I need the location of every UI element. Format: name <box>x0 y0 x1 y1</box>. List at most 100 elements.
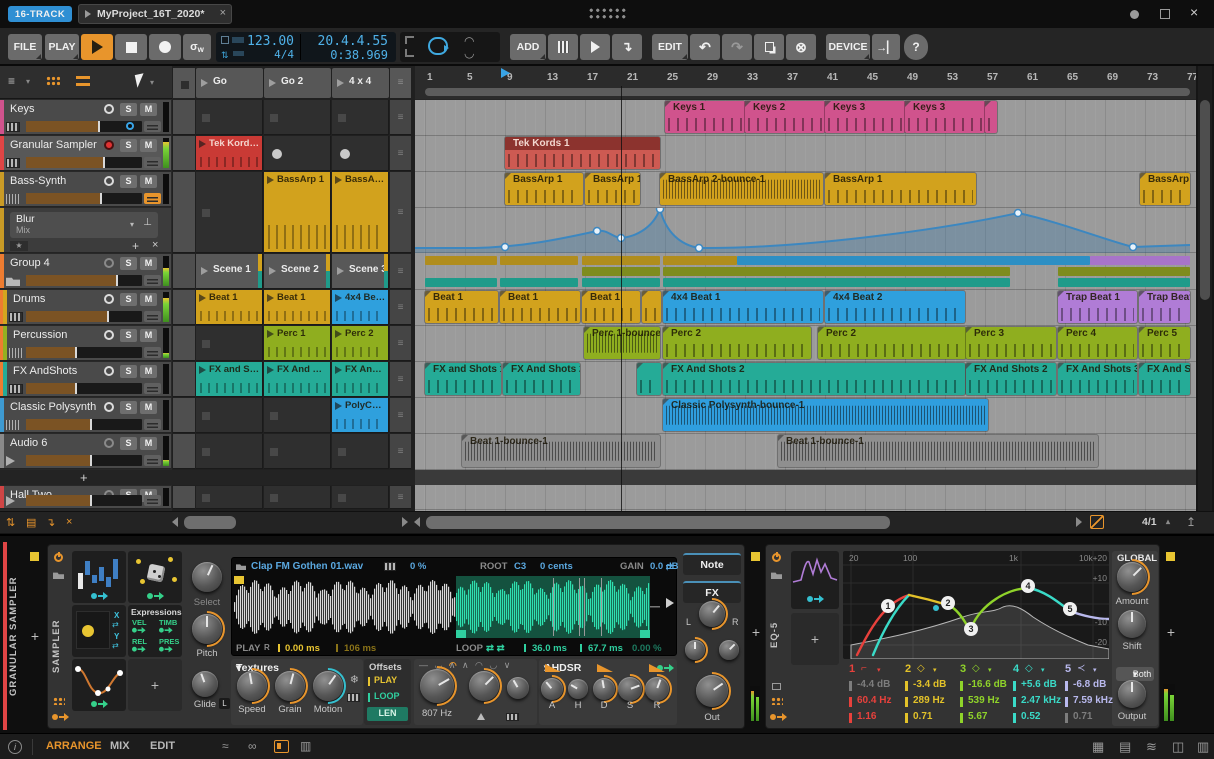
record-arm-button[interactable] <box>104 176 114 186</box>
view-tab-arrange[interactable]: ARRANGE <box>46 740 102 752</box>
clip-row-options[interactable]: ≡ <box>390 136 411 171</box>
eq-band-2-type-caret[interactable]: ▾ <box>933 666 937 674</box>
play-start-value[interactable]: 0.00 ms <box>285 643 320 654</box>
pitch-knob[interactable] <box>192 614 222 644</box>
redo-button[interactable]: ↷ <box>722 34 752 60</box>
dual-panel-icon[interactable]: ▥ <box>300 739 314 753</box>
sample-play-button[interactable] <box>666 598 674 608</box>
solo-button[interactable]: S <box>120 437 137 450</box>
launcher-clip-fx-and-shots-2[interactable]: FX And Shots 2 <box>332 362 389 397</box>
filter-keytrack-icon[interactable] <box>506 713 519 721</box>
volume-slider[interactable] <box>26 157 142 168</box>
post-sampler-color-square[interactable] <box>751 552 760 561</box>
project-badge[interactable]: 16-TRACK <box>8 6 72 22</box>
view-tab-edit[interactable]: EDIT <box>150 740 175 752</box>
window-close-button[interactable]: × <box>1190 4 1198 20</box>
expression-vel[interactable]: VEL <box>132 618 147 627</box>
eq-band-4-q-value[interactable]: 0.52 <box>1021 711 1040 722</box>
play-start-marker[interactable] <box>501 68 510 78</box>
out-knob[interactable] <box>696 675 728 707</box>
clip-row-options[interactable]: ≡ <box>390 486 411 509</box>
launcher-clip-bassarp-2[interactable]: BassArp 2 <box>332 172 389 253</box>
eq-band-handle-1[interactable]: 1 <box>881 599 895 613</box>
grid-view-icon[interactable] <box>46 76 60 86</box>
eq5-expand-icon[interactable] <box>772 683 781 690</box>
arranger-scroll-thumb[interactable] <box>426 516 890 529</box>
automation-param-select[interactable]: Blur Mix ▾ ⊥ <box>10 212 158 238</box>
arranger-clip-keys-2[interactable]: Keys 2 <box>745 101 825 133</box>
group-scene-cell-scene-1[interactable]: Scene 1 <box>196 254 263 289</box>
select-knob[interactable] <box>192 562 222 592</box>
volume-slider[interactable] <box>26 419 142 430</box>
record-arm-button[interactable] <box>104 258 114 268</box>
eq-band-4-freq-value[interactable]: 2.47 kHz <box>1021 695 1061 706</box>
arranger-clip-beat-1[interactable]: Beat 1 <box>425 291 498 323</box>
clip-row-options[interactable]: ≡ <box>390 172 411 253</box>
clip-stop-cell[interactable] <box>173 362 195 397</box>
capture-arrangement-button[interactable]: ↴ <box>612 34 642 60</box>
metronome-icon[interactable] <box>221 36 229 44</box>
eq-mode-select[interactable]: Both ▾ <box>1116 667 1154 681</box>
volume-slider[interactable] <box>26 347 142 358</box>
arranger-clip-fragment[interactable] <box>985 101 997 133</box>
arranger-clip-perc-2[interactable]: Perc 2 <box>818 327 966 359</box>
remove-automation-lane-button[interactable]: × <box>152 239 158 251</box>
arranger-clip-4x4-beat-1[interactable]: 4x4 Beat 1 <box>663 291 823 323</box>
clip-stop-cell[interactable] <box>173 100 195 156</box>
mute-button[interactable]: M <box>140 293 157 306</box>
punch-out-icon[interactable] <box>405 49 414 57</box>
eq-band-2-type-icon[interactable]: ◇ <box>917 663 925 674</box>
play-menu-button[interactable]: PLAY <box>45 34 79 60</box>
io-panel-icon[interactable]: ◫ <box>1172 739 1184 755</box>
solo-button[interactable]: S <box>120 293 137 306</box>
empty-clip-slot[interactable] <box>332 486 389 509</box>
automation-touch-icon[interactable]: ◡ <box>464 46 474 60</box>
automation-write-button[interactable]: σw <box>183 34 211 60</box>
collapse-panel-icon[interactable]: ↥ <box>1186 515 1196 529</box>
record-arm-button[interactable] <box>104 294 114 304</box>
link-views-icon[interactable]: ∞ <box>248 739 262 753</box>
eq-band-1-type-caret[interactable]: ▾ <box>877 666 881 674</box>
post-eq-color-square[interactable] <box>1166 552 1175 561</box>
clip-row-options[interactable]: ≡ <box>390 326 411 361</box>
loop-mode-icons[interactable]: ⇄ ⇄ <box>486 643 505 654</box>
position-value[interactable]: 20.4.4.55 <box>318 34 388 49</box>
sampler-device-tab[interactable]: SAMPLER <box>51 603 67 689</box>
empty-clip-slot[interactable] <box>196 434 263 469</box>
tap-tempo-icon[interactable]: ⇅ <box>221 50 231 60</box>
volume-slider[interactable] <box>26 455 142 466</box>
add-track-button[interactable]: + <box>80 470 88 485</box>
mod-tile-steps[interactable] <box>72 551 126 603</box>
arranger-clip-beat-1[interactable]: Beat 1 <box>582 291 640 323</box>
arranger-clip-trap-beat-2[interactable]: Trap Beat 2 <box>1139 291 1190 323</box>
empty-clip-slot[interactable] <box>196 172 263 253</box>
track-menu-button[interactable] <box>144 419 161 430</box>
eq-band-5-gain-value[interactable]: -6.8 dB <box>1073 679 1106 690</box>
offset-loop[interactable]: LOOP <box>374 691 400 701</box>
arranger-clip-bassarp-1[interactable]: BassArp 1 <box>825 173 976 205</box>
eq-band-handle-5[interactable]: 5 <box>1063 602 1077 616</box>
view-tab-mix[interactable]: MIX <box>110 740 130 752</box>
record-clip-slot[interactable] <box>264 136 331 171</box>
empty-clip-slot[interactable] <box>332 100 389 135</box>
volume-slider[interactable] <box>26 495 142 506</box>
automation-panel-icon[interactable]: ≋ <box>1146 739 1157 755</box>
arranger-clip-classic-polysynth-bounce-1[interactable]: Classic Polysynth-bounce-1 <box>663 399 988 431</box>
launcher-scroll-left[interactable] <box>172 517 178 527</box>
eq-band-5-q-value[interactable]: 0.71 <box>1073 711 1092 722</box>
arranger-clip-4x4-beat-2[interactable]: 4x4 Beat 2 <box>825 291 965 323</box>
loop-fade-value[interactable]: 0.00 % <box>632 643 662 654</box>
launcher-clip-4x4-beat-1[interactable]: 4x4 Beat 1 <box>332 290 389 325</box>
launcher-clip-perc-2[interactable]: Perc 2 <box>332 326 389 361</box>
launcher-clip-bassarp-1[interactable]: BassArp 1 <box>264 172 331 253</box>
empty-clip-slot[interactable] <box>264 100 331 135</box>
clip-stop-cell[interactable] <box>173 434 195 469</box>
launcher-rows-icon[interactable] <box>76 76 90 86</box>
eq5-device-tab[interactable]: EQ-5 <box>769 605 785 665</box>
zoom-fit-icon[interactable] <box>1090 515 1104 529</box>
send-b-knob[interactable] <box>719 640 739 660</box>
arranger-clip-perc-2[interactable]: Perc 2 <box>663 327 811 359</box>
automation-favorite-icon[interactable]: ★ <box>10 241 28 251</box>
clip-stop-cell[interactable] <box>173 486 195 509</box>
arranger-clip-fragment[interactable] <box>637 363 661 395</box>
